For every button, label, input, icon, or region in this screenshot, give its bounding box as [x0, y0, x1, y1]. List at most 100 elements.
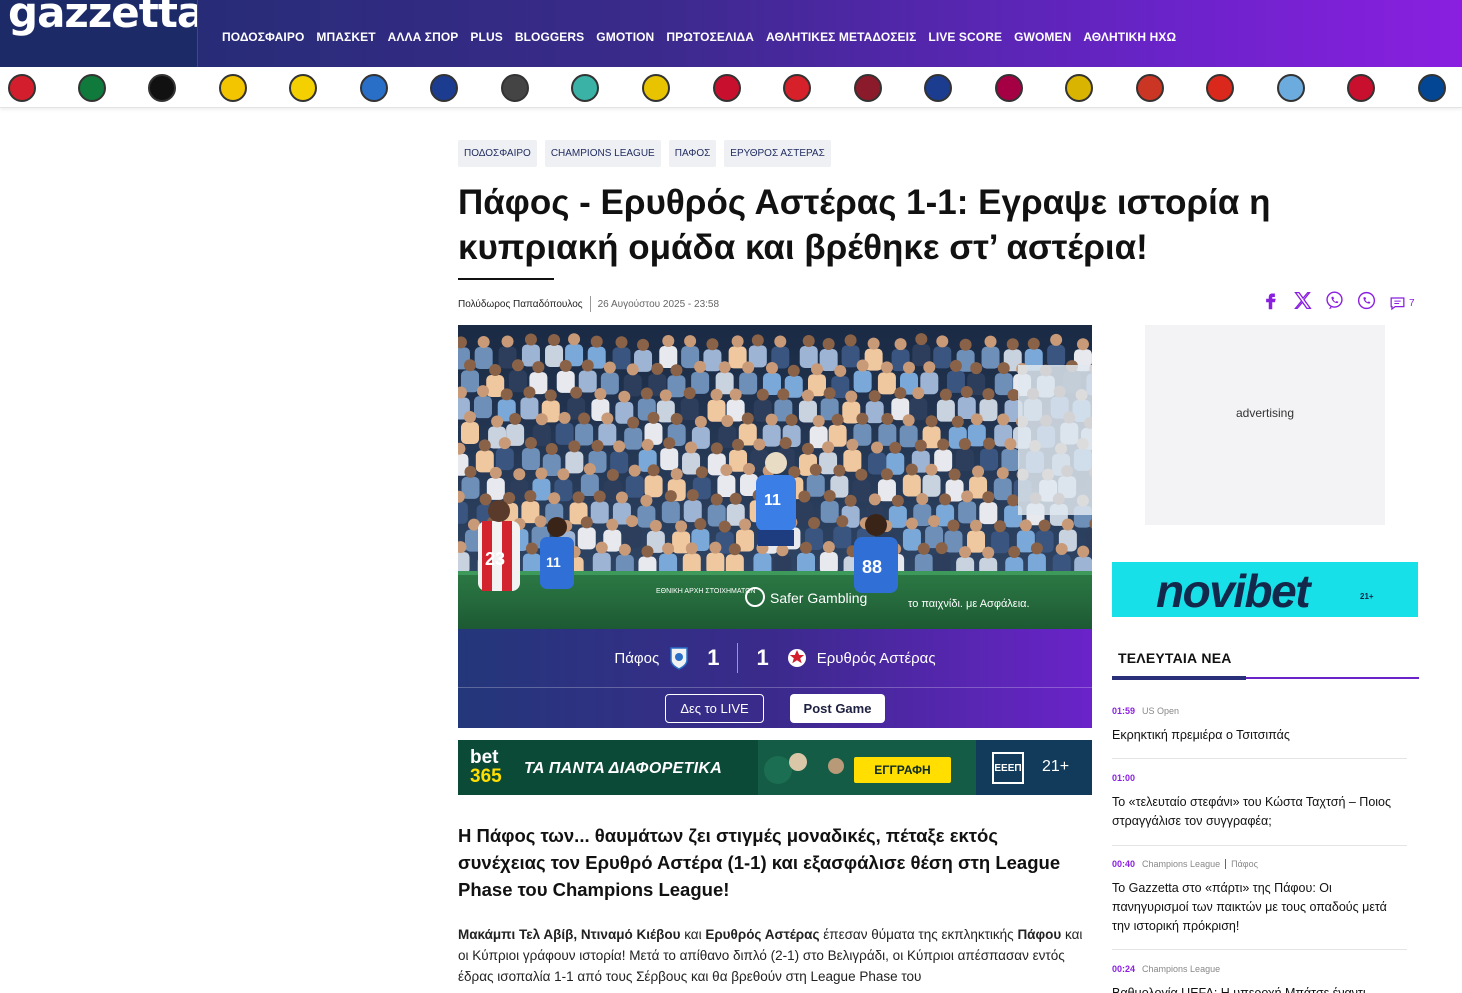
paok-crest-icon[interactable]: [148, 74, 176, 102]
news-category-secondary[interactable]: Πάφος: [1231, 859, 1258, 869]
bet365-register-button[interactable]: ΕΓΓΡΑΦΗ: [854, 757, 951, 783]
barcelona-crest-icon[interactable]: [995, 74, 1023, 102]
atletico-crest-icon[interactable]: [1136, 74, 1164, 102]
crowd-head: [777, 388, 790, 401]
crowd-head: [720, 463, 733, 476]
news-headline[interactable]: Το «τελευταίο στεφάνι» του Κώστα Ταχτσή …: [1112, 793, 1407, 831]
panathinaikos-crest-icon[interactable]: [78, 74, 106, 102]
panserraikos-crest-icon[interactable]: [783, 74, 811, 102]
whatsapp-share-button[interactable]: [1356, 290, 1377, 316]
watch-live-button[interactable]: Δες το LIVE: [665, 694, 764, 723]
volos-crest-icon[interactable]: [713, 74, 741, 102]
crowd-figure: [458, 552, 470, 575]
tag-2[interactable]: ΠΑΦΟΣ: [668, 140, 717, 167]
novibet-banner[interactable]: novibet 21+: [1112, 562, 1418, 617]
crowd-head: [982, 491, 995, 504]
bet365-banner[interactable]: bet 365 ΤΑ ΠΑΝΤΑ ΔΙΑΦΟΡΕΤΙΚΑ ΕΓΓΡΑΦΗ ΕΕΕ…: [458, 740, 1092, 795]
crowd-head: [568, 440, 581, 453]
nav-item-1[interactable]: ΜΠΑΣΚΕΤ: [316, 30, 375, 44]
crowd-head: [751, 334, 764, 347]
kifisia-crest-icon[interactable]: [924, 74, 952, 102]
crowd-head: [601, 412, 614, 425]
crowd-head: [524, 490, 537, 503]
nav-item-7[interactable]: ΑΘΛΗΤΙΚΕΣ ΜΕΤΑΔΟΣΕΙΣ: [766, 30, 916, 44]
crowd-head: [729, 388, 742, 401]
chelsea-crest-icon[interactable]: [1418, 74, 1446, 102]
crowd-head: [694, 415, 707, 428]
larissa-crest-icon[interactable]: [854, 74, 882, 102]
crowd-head: [1007, 388, 1020, 401]
crowd-figure: [521, 448, 540, 471]
nav-item-8[interactable]: LIVE SCORE: [928, 30, 1002, 44]
crowd-head: [464, 411, 477, 424]
asteras-tripolis-crest-icon[interactable]: [360, 74, 388, 102]
crowd-figure: [474, 347, 493, 370]
nav-item-6[interactable]: ΠΡΩΤΟΣΕΛΙΔΑ: [666, 30, 754, 44]
man-united-crest-icon[interactable]: [1206, 74, 1234, 102]
crowd-head: [917, 542, 930, 555]
nav-item-2[interactable]: ΑΛΛΑ ΣΠΟΡ: [388, 30, 459, 44]
atromitos-crest-icon[interactable]: [430, 74, 458, 102]
levadiakos-crest-icon[interactable]: [571, 74, 599, 102]
crowd-head: [902, 414, 915, 427]
crowd-head: [808, 517, 821, 530]
x-share-button[interactable]: [1292, 290, 1313, 316]
novibet-age-limit: 21+: [1360, 592, 1374, 601]
aek-crest-icon[interactable]: [219, 74, 247, 102]
crowd-head: [670, 364, 683, 377]
crowd-head: [959, 338, 972, 351]
crowd-figure: [680, 398, 699, 421]
man-city-crest-icon[interactable]: [1277, 74, 1305, 102]
olympiacos-crest-icon[interactable]: [8, 74, 36, 102]
crowd-head: [923, 361, 936, 374]
crowd-head: [558, 411, 571, 424]
news-headline[interactable]: Το Gazzetta στο «πάρτι» της Πάφου: Οι πα…: [1112, 879, 1407, 936]
news-category[interactable]: US Open: [1142, 706, 1179, 716]
crowd-head: [685, 542, 698, 555]
crowd-head: [947, 519, 960, 532]
comments-button[interactable]: 7: [1388, 294, 1415, 313]
crowd-figure: [495, 448, 514, 471]
logo[interactable]: gazzetta: [0, 0, 198, 67]
news-item[interactable]: 01:00 Το «τελευταίο στεφάνι» του Κώστα Τα…: [1112, 773, 1407, 831]
facebook-share-button[interactable]: [1260, 290, 1281, 316]
crowd-figure: [520, 397, 539, 420]
nav-item-5[interactable]: GMOTION: [596, 30, 654, 44]
news-headline[interactable]: Βαθμολογία UEFA: Η υπεροχή Μπάτσε έναντι: [1112, 984, 1407, 993]
news-item[interactable]: 00:24 Champions League Βαθμολογία UEFA: Η …: [1112, 964, 1407, 993]
nav-item-10[interactable]: ΑΘΛΗΤΙΚΗ ΗΧΩ: [1083, 30, 1176, 44]
ofi-crest-icon[interactable]: [501, 74, 529, 102]
crowd-figure: [625, 475, 644, 498]
crowd-head: [641, 545, 654, 558]
author-name[interactable]: Πολύδωρος Παπαδόπουλος: [458, 299, 583, 310]
aris-crest-icon[interactable]: [289, 74, 317, 102]
nav-item-0[interactable]: ΠΟΔΟΣΦΑΙΡΟ: [222, 30, 304, 44]
news-category[interactable]: Champions League: [1142, 964, 1220, 974]
article-tags: ΠΟΔΟΣΦΑΙΡΟ CHAMPIONS LEAGUE ΠΑΦΟΣ ΕΡΥΘΡΟΣ Α…: [458, 140, 831, 167]
tag-1[interactable]: CHAMPIONS LEAGUE: [544, 140, 661, 167]
news-item[interactable]: 01:59 US Open Εκρηκτική πρεμιέρα ο Τσιτσιπ…: [1112, 706, 1407, 745]
panetolikos-crest-icon[interactable]: [642, 74, 670, 102]
advertising-slot[interactable]: advertising: [1145, 325, 1385, 525]
nav-item-4[interactable]: BLOGGERS: [515, 30, 584, 44]
viber-share-button[interactable]: [1324, 290, 1345, 316]
crowd-head: [844, 334, 857, 347]
nav-item-3[interactable]: PLUS: [470, 30, 502, 44]
liverpool-crest-icon[interactable]: [1347, 74, 1375, 102]
tag-3[interactable]: ΕΡΥΘΡΟΣ ΑΣΤΕΡΑΣ: [724, 140, 831, 167]
tag-0[interactable]: ΠΟΔΟΣΦΑΙΡΟ: [458, 140, 537, 167]
news-headline[interactable]: Εκρηκτική πρεμιέρα ο Τσιτσιπάς: [1112, 726, 1407, 745]
nav-item-9[interactable]: GWOMEN: [1014, 30, 1071, 44]
crowd-head: [572, 491, 585, 504]
crowd-head: [928, 515, 941, 528]
hero-image[interactable]: ΕΘΝΙΚΗ ΑΡΧΗ ΣΤΟΙΧΗΜΑΤΩΝ Safer Gambling τ…: [458, 325, 1092, 629]
match-scorebar[interactable]: Πάφος 1 1 Ερυθρός Αστέρας: [458, 629, 1092, 687]
crowd-head: [753, 438, 766, 451]
news-category[interactable]: Champions League: [1142, 859, 1220, 869]
crowd-head: [649, 519, 662, 532]
post-game-button[interactable]: Post Game: [790, 694, 885, 723]
real-madrid-crest-icon[interactable]: [1065, 74, 1093, 102]
news-item[interactable]: 00:40 Champions League Πάφος Το Gazzetta στ…: [1112, 859, 1407, 936]
crowd-head: [831, 413, 844, 426]
crowd-figure: [936, 399, 955, 422]
